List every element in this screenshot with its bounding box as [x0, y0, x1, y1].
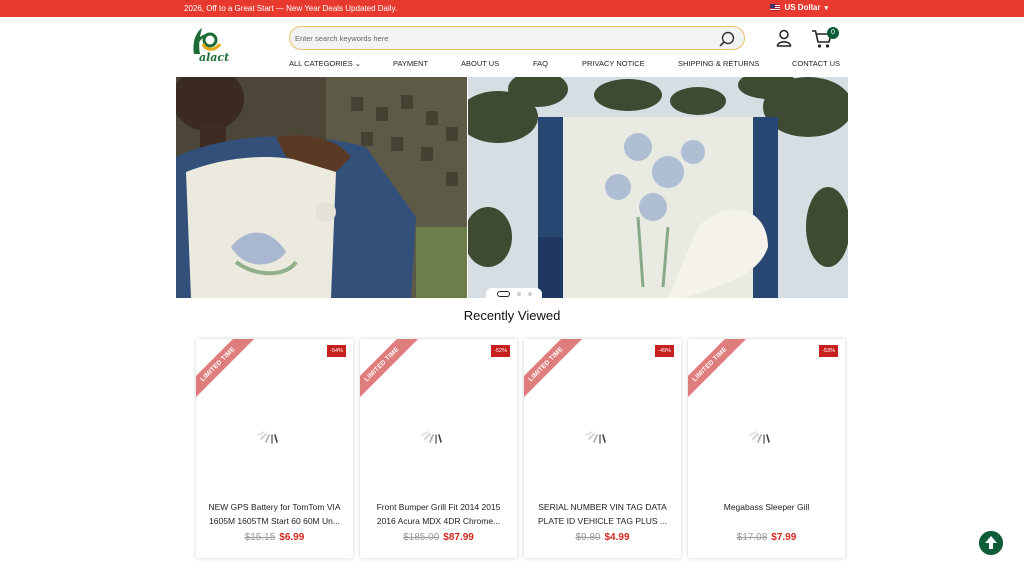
nav-faq[interactable]: FAQ: [533, 59, 548, 68]
discount-badge: -54%: [327, 345, 346, 357]
slide-dot-1[interactable]: [496, 291, 510, 297]
product-title-line1: Front Bumper Grill Fit 2014 2015: [376, 502, 501, 512]
cart-count-badge: 0: [827, 27, 839, 39]
loading-spinner-icon: [257, 431, 278, 444]
hero-banner[interactable]: [176, 77, 848, 298]
banner-photo-model: [176, 77, 467, 298]
original-price: $185.00: [403, 532, 440, 543]
main-navigation: ALL CATEGORIES ⌄ PAYMENT ABOUT US FAQ PRI…: [0, 59, 1024, 69]
banner-pagination: [486, 288, 542, 300]
product-title[interactable]: NEW GPS Battery for TomTom VIA 1605M 160…: [202, 500, 347, 528]
nav-about-us[interactable]: ABOUT US: [461, 59, 499, 68]
product-title-line2: PLATE ID VEHICLE TAG PLUS ...: [538, 516, 667, 526]
nav-all-categories-label: ALL CATEGORIES: [289, 59, 353, 68]
product-card[interactable]: LIMITED TIME -49% SERIAL NUMBER VIN TAG …: [524, 339, 681, 558]
discount-badge: -52%: [491, 345, 510, 357]
loading-spinner-icon: [585, 431, 606, 444]
product-title[interactable]: SERIAL NUMBER VIN TAG DATA PLATE ID VEHI…: [530, 500, 675, 528]
product-title-line1: Megabass Sleeper Gill: [723, 502, 810, 512]
product-card[interactable]: LIMITED TIME -52% Front Bumper Grill Fit…: [360, 339, 517, 558]
product-card[interactable]: LIMITED TIME -53% Megabass Sleeper Gill …: [688, 339, 845, 558]
slide-dot-2[interactable]: [516, 292, 521, 296]
original-price: $17.08: [736, 532, 768, 543]
product-title-line1: SERIAL NUMBER VIN TAG DATA: [538, 502, 667, 512]
discount-badge: -49%: [655, 345, 674, 357]
sale-price: $6.99: [279, 532, 305, 543]
section-title: Recently Viewed: [463, 308, 561, 323]
promo-bar: 2026, Off to a Great Start — New Year De…: [0, 0, 1024, 17]
loading-spinner-icon: [749, 431, 770, 444]
currency-selector[interactable]: US Dollar ▾: [770, 3, 828, 12]
product-prices: $17.08 $7.99: [688, 532, 845, 543]
product-title-line2: 2016 Acura MDX 4DR Chrome...: [376, 516, 501, 526]
chevron-down-icon: ▾: [824, 4, 828, 12]
product-prices: $9.80 $4.99: [524, 532, 681, 543]
nav-payment[interactable]: PAYMENT: [393, 59, 428, 68]
nav-contact-us[interactable]: CONTACT US: [792, 59, 840, 68]
sale-price: $7.99: [771, 532, 797, 543]
banner-photo-jacket: [458, 77, 848, 298]
limited-time-ribbon: LIMITED TIME: [524, 339, 583, 401]
product-title[interactable]: Front Bumper Grill Fit 2014 2015 2016 Ac…: [366, 500, 511, 528]
product-title-line1: NEW GPS Battery for TomTom VIA: [208, 502, 341, 512]
user-account-icon[interactable]: [776, 29, 792, 47]
currency-label: US Dollar: [784, 3, 821, 12]
product-card[interactable]: LIMITED TIME -54% NEW GPS Battery for To…: [196, 339, 353, 558]
site-logo[interactable]: alact: [188, 24, 238, 64]
search-bar: [289, 26, 745, 50]
product-prices: $185.00 $87.99: [360, 532, 517, 543]
nav-all-categories[interactable]: ALL CATEGORIES ⌄: [289, 59, 361, 68]
sale-price: $87.99: [443, 532, 474, 543]
slide-dot-3[interactable]: [527, 292, 532, 296]
product-prices: $15.15 $6.99: [196, 532, 353, 543]
limited-time-ribbon: LIMITED TIME: [688, 339, 747, 401]
limited-time-ribbon: LIMITED TIME: [196, 339, 255, 401]
search-input[interactable]: [290, 33, 690, 43]
discount-badge: -53%: [819, 345, 838, 357]
back-to-top-button[interactable]: [979, 531, 1003, 555]
nav-privacy-notice[interactable]: PRIVACY NOTICE: [582, 59, 645, 68]
nav-shipping-returns[interactable]: SHIPPING & RETURNS: [678, 59, 759, 68]
sale-price: $4.99: [604, 532, 630, 543]
product-title-line2: 1605M 1605TM Start 60 60M Un...: [209, 516, 340, 526]
original-price: $15.15: [244, 532, 276, 543]
original-price: $9.80: [575, 532, 601, 543]
chevron-down-icon: ⌄: [354, 59, 362, 68]
limited-time-ribbon: LIMITED TIME: [360, 339, 419, 401]
loading-spinner-icon: [421, 431, 442, 444]
us-flag-icon: [770, 4, 781, 11]
product-title[interactable]: Megabass Sleeper Gill: [694, 500, 839, 514]
search-icon[interactable]: [718, 30, 736, 48]
promo-text: 2026, Off to a Great Start — New Year De…: [184, 4, 398, 13]
